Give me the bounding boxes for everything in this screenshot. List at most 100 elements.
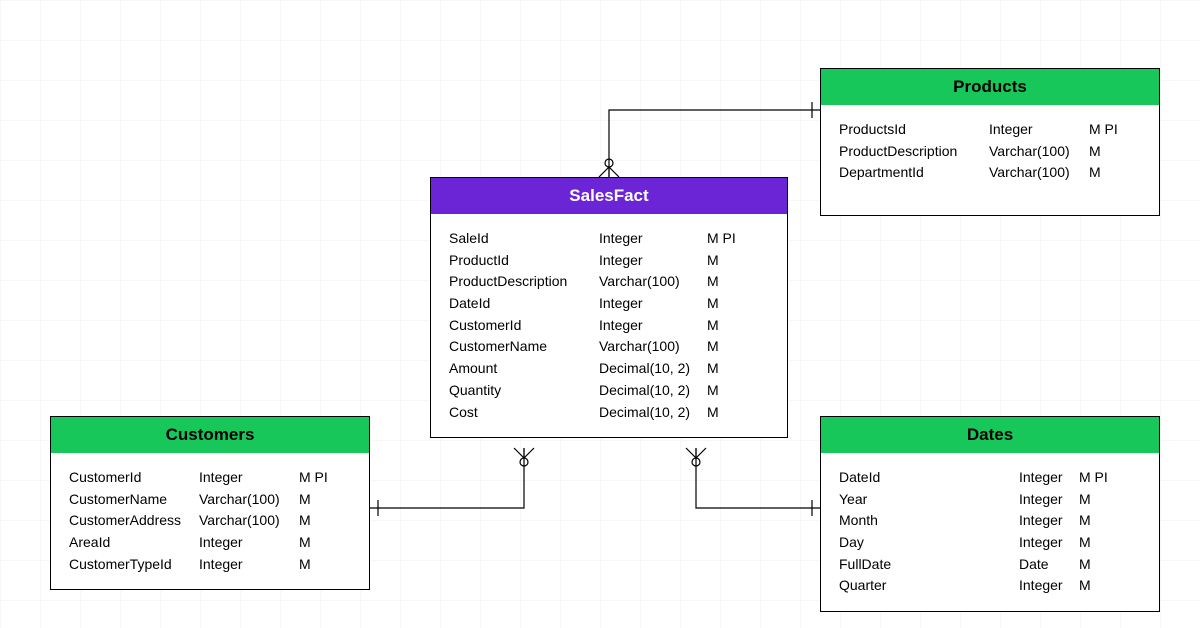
column-row: ProductDescriptionVarchar(100)M — [449, 271, 769, 293]
column-row: CustomerIdIntegerM PI — [69, 467, 351, 489]
column-row: ProductsIdIntegerM PI — [839, 119, 1141, 141]
column-flags: M — [1079, 510, 1117, 532]
column-row: SaleIdIntegerM PI — [449, 228, 769, 250]
entity-customers: Customers CustomerIdIntegerM PICustomerN… — [50, 416, 370, 590]
column-type: Varchar(100) — [599, 336, 707, 358]
column-type: Varchar(100) — [199, 489, 299, 511]
column-flags: M — [707, 358, 745, 380]
column-name: Amount — [449, 358, 599, 380]
column-flags: M — [1079, 489, 1117, 511]
column-name: FullDate — [839, 554, 1019, 576]
column-name: ProductDescription — [839, 141, 989, 163]
column-name: CustomerAddress — [69, 510, 199, 532]
column-row: DateIdIntegerM PI — [839, 467, 1141, 489]
column-row: ProductDescriptionVarchar(100)M — [839, 141, 1141, 163]
column-type: Integer — [1019, 510, 1079, 532]
column-flags: M PI — [707, 228, 745, 250]
column-flags: M — [299, 554, 337, 576]
column-row: CustomerIdIntegerM — [449, 315, 769, 337]
column-flags: M PI — [1089, 119, 1127, 141]
column-row: CustomerTypeIdIntegerM — [69, 554, 351, 576]
column-flags: M — [299, 532, 337, 554]
column-row: AreaIdIntegerM — [69, 532, 351, 554]
column-flags: M — [707, 293, 745, 315]
column-name: ProductId — [449, 250, 599, 272]
column-row: DateIdIntegerM — [449, 293, 769, 315]
column-name: DateId — [449, 293, 599, 315]
column-flags: M — [707, 402, 745, 424]
column-type: Integer — [1019, 575, 1079, 597]
column-type: Integer — [1019, 467, 1079, 489]
column-flags: M — [707, 250, 745, 272]
column-flags: M — [299, 510, 337, 532]
entity-salesfact: SalesFact SaleIdIntegerM PIProductIdInte… — [430, 177, 788, 438]
column-name: DateId — [839, 467, 1019, 489]
column-type: Integer — [599, 293, 707, 315]
column-name: Quantity — [449, 380, 599, 402]
entity-products-body: ProductsIdIntegerM PIProductDescriptionV… — [821, 105, 1159, 215]
entity-dates-header: Dates — [821, 417, 1159, 453]
entity-dates-body: DateIdIntegerM PIYearIntegerMMonthIntege… — [821, 453, 1159, 611]
column-name: Day — [839, 532, 1019, 554]
column-flags: M — [1079, 532, 1117, 554]
column-type: Integer — [1019, 489, 1079, 511]
column-flags: M — [707, 380, 745, 402]
column-flags: M PI — [1079, 467, 1117, 489]
column-flags: M — [707, 271, 745, 293]
column-name: CustomerTypeId — [69, 554, 199, 576]
column-row: DayIntegerM — [839, 532, 1141, 554]
column-name: Quarter — [839, 575, 1019, 597]
column-name: DepartmentId — [839, 162, 989, 184]
column-name: CustomerName — [449, 336, 599, 358]
column-row: CustomerAddressVarchar(100)M — [69, 510, 351, 532]
entity-salesfact-header: SalesFact — [431, 178, 787, 214]
column-name: SaleId — [449, 228, 599, 250]
entity-salesfact-body: SaleIdIntegerM PIProductIdIntegerMProduc… — [431, 214, 787, 437]
column-row: MonthIntegerM — [839, 510, 1141, 532]
column-row: QuantityDecimal(10, 2)M — [449, 380, 769, 402]
column-name: Cost — [449, 402, 599, 424]
column-flags: M — [299, 489, 337, 511]
column-type: Date — [1019, 554, 1079, 576]
column-flags: M — [1089, 141, 1127, 163]
column-type: Varchar(100) — [599, 271, 707, 293]
column-row: ProductIdIntegerM — [449, 250, 769, 272]
column-type: Integer — [199, 532, 299, 554]
column-row: YearIntegerM — [839, 489, 1141, 511]
column-type: Varchar(100) — [989, 141, 1089, 163]
column-flags: M — [1079, 575, 1117, 597]
column-type: Integer — [1019, 532, 1079, 554]
column-type: Integer — [989, 119, 1089, 141]
column-row: CustomerNameVarchar(100)M — [449, 336, 769, 358]
column-type: Decimal(10, 2) — [599, 402, 707, 424]
column-row: CustomerNameVarchar(100)M — [69, 489, 351, 511]
column-row: AmountDecimal(10, 2)M — [449, 358, 769, 380]
column-row: QuarterIntegerM — [839, 575, 1141, 597]
entity-products: Products ProductsIdIntegerM PIProductDes… — [820, 68, 1160, 216]
column-type: Decimal(10, 2) — [599, 358, 707, 380]
column-row: FullDateDateM — [839, 554, 1141, 576]
entity-customers-body: CustomerIdIntegerM PICustomerNameVarchar… — [51, 453, 369, 589]
column-row: DepartmentIdVarchar(100)M — [839, 162, 1141, 184]
column-type: Integer — [199, 554, 299, 576]
column-flags: M PI — [299, 467, 337, 489]
column-type: Integer — [199, 467, 299, 489]
column-name: ProductDescription — [449, 271, 599, 293]
column-name: CustomerId — [449, 315, 599, 337]
column-row: CostDecimal(10, 2)M — [449, 402, 769, 424]
column-type: Integer — [599, 315, 707, 337]
entity-dates: Dates DateIdIntegerM PIYearIntegerMMonth… — [820, 416, 1160, 612]
column-name: ProductsId — [839, 119, 989, 141]
column-name: Month — [839, 510, 1019, 532]
column-name: Year — [839, 489, 1019, 511]
column-type: Varchar(100) — [199, 510, 299, 532]
column-type: Integer — [599, 250, 707, 272]
column-flags: M — [1079, 554, 1117, 576]
column-name: CustomerId — [69, 467, 199, 489]
column-flags: M — [707, 315, 745, 337]
column-type: Varchar(100) — [989, 162, 1089, 184]
column-name: CustomerName — [69, 489, 199, 511]
column-name: AreaId — [69, 532, 199, 554]
column-type: Integer — [599, 228, 707, 250]
entity-customers-header: Customers — [51, 417, 369, 453]
